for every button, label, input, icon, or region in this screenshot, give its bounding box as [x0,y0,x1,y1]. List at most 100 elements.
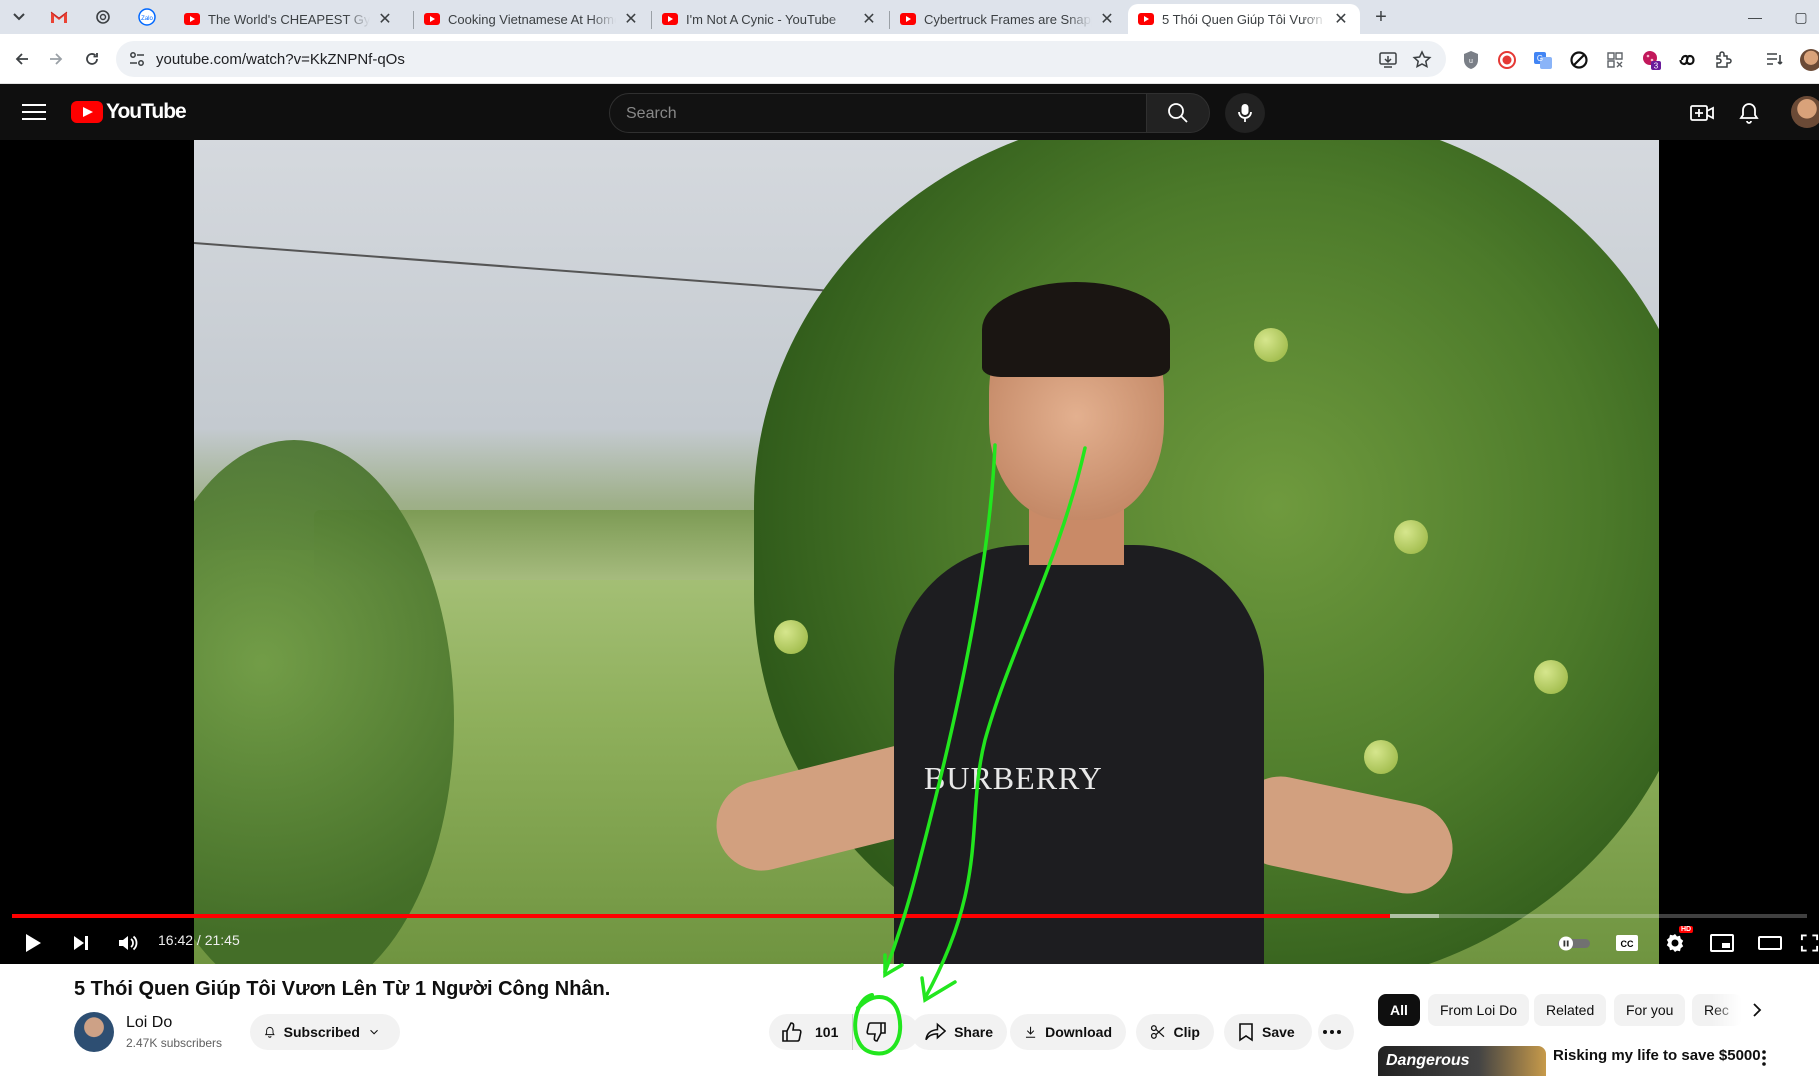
notifications-bell-icon[interactable] [1736,100,1762,126]
svg-text:G: G [1537,54,1543,63]
chevron-down-icon [370,1029,378,1035]
recommendation-thumbnail[interactable]: Dangerous [1378,1046,1546,1076]
back-arrow-icon[interactable] [10,47,34,71]
browser-tab-3[interactable]: I'm Not A Cynic - YouTube ✕ [652,4,888,34]
new-tab-plus-icon[interactable]: + [1368,6,1394,28]
youtube-favicon-icon [184,13,200,25]
like-button[interactable]: 101 [769,1014,854,1050]
autoplay-toggle[interactable] [1555,930,1593,956]
video-frame[interactable]: BURBERRY [194,140,1659,964]
chip-for-you[interactable]: For you [1614,994,1686,1026]
chip-from-loi-do[interactable]: From Loi Do [1428,994,1530,1026]
minimize-icon[interactable]: — [1740,6,1770,28]
browser-tab-1[interactable]: The World's CHEAPEST Gym Th ✕ [174,4,404,34]
search-box [609,93,1147,133]
block-extension-icon[interactable] [1568,49,1590,71]
svg-text:CC: CC [1621,939,1634,949]
gmail-pinned-tab-icon[interactable] [40,5,78,29]
chip-recently-uploaded[interactable]: Rec [1692,994,1742,1026]
tab-close-icon[interactable]: ✕ [1098,10,1116,28]
skip-next-icon [74,936,88,950]
search-input[interactable] [626,102,1126,126]
video-person: BURBERRY [706,282,1494,964]
chip-all[interactable]: All [1378,994,1420,1026]
download-button[interactable]: Download [1010,1014,1126,1050]
voice-search-button[interactable] [1225,93,1265,133]
scissors-icon [1150,1025,1165,1039]
forward-arrow-icon[interactable] [44,47,68,71]
url-text: youtube.com/watch?v=KkZNPNf-qOs [156,51,405,68]
account-avatar[interactable] [1791,96,1819,128]
browser-tab-4[interactable]: Cybertruck Frames are Snappin ✕ [890,4,1126,34]
youtube-masthead: YouTube [0,84,1819,140]
share-button[interactable]: Share [911,1014,1007,1050]
miniplayer-icon [1710,934,1734,952]
like-dislike-group: 101 [769,1014,919,1050]
tab-close-icon[interactable]: ✕ [860,10,878,28]
subscriber-count: 2.47K subscribers [126,1036,223,1050]
tab-search-chevron-icon[interactable] [8,6,30,28]
tab-title: Cooking Vietnamese At Home.. [448,11,616,27]
tab-close-icon[interactable]: ✕ [376,10,394,28]
dislike-button[interactable] [853,1014,907,1050]
grid-extension-icon[interactable] [1604,49,1626,71]
thumbs-up-icon [782,1022,802,1042]
extensions-puzzle-icon[interactable] [1712,49,1734,71]
recommendation-more-icon[interactable] [1762,1050,1772,1070]
share-arrow-icon [925,1022,947,1041]
youtube-logo[interactable]: YouTube [71,100,187,124]
infinity-extension-icon[interactable] [1676,49,1698,71]
subtitles-button[interactable]: CC [1613,930,1641,956]
miniplayer-button[interactable] [1708,930,1736,956]
subscribed-button[interactable]: Subscribed [250,1014,400,1050]
bookmark-star-icon[interactable] [1412,50,1432,70]
search-button[interactable] [1146,93,1210,133]
theater-mode-button[interactable] [1756,930,1784,956]
site-info-tune-icon[interactable] [128,50,146,68]
share-label: Share [954,1024,993,1040]
save-label: Save [1262,1024,1295,1040]
play-icon [26,934,41,952]
tab-close-icon[interactable]: ✕ [1332,10,1350,28]
ublock-extension-icon[interactable]: u [1460,49,1482,71]
reload-icon[interactable] [80,47,104,71]
played-bar [12,914,1391,918]
save-button[interactable]: Save [1224,1014,1312,1050]
more-actions-button[interactable] [1318,1014,1354,1050]
address-bar[interactable]: youtube.com/watch?v=KkZNPNf-qOs [116,41,1446,77]
profile-avatar[interactable] [1800,49,1819,71]
clip-button[interactable]: Clip [1136,1014,1214,1050]
channel-avatar[interactable] [74,1012,114,1052]
tab-close-icon[interactable]: ✕ [622,10,640,28]
video-fruit [1534,660,1568,694]
recommendation-title[interactable]: Risking my life to save $5000 [1553,1047,1761,1064]
cookie-extension-icon[interactable]: 3 [1640,49,1662,71]
browser-toolbar: youtube.com/watch?v=KkZNPNf-qOs u G 3 [0,34,1819,84]
youtube-favicon-icon [424,13,440,25]
next-video-button[interactable] [68,930,94,956]
browser-tab-2[interactable]: Cooking Vietnamese At Home.. ✕ [414,4,650,34]
browser-tab-active[interactable]: 5 Thói Quen Giúp Tôi Vươn Lên ✕ [1128,4,1360,34]
create-video-icon[interactable] [1689,100,1715,126]
video-player[interactable]: BURBERRY 16:42 / 21:45 CC HD [0,140,1819,964]
chip-related[interactable]: Related [1534,994,1607,1026]
translate-extension-icon[interactable]: G [1532,49,1554,71]
video-power-line [194,242,843,293]
reading-list-icon[interactable] [1764,49,1786,71]
play-button[interactable] [20,930,46,956]
install-app-icon[interactable] [1378,50,1398,70]
record-extension-icon[interactable] [1496,49,1518,71]
maximize-icon[interactable]: ▢ [1786,6,1816,28]
chip-scroll-right-chevron-icon[interactable] [1746,999,1768,1021]
video-title: 5 Thói Quen Giúp Tôi Vươn Lên Từ 1 Người… [74,978,611,1000]
volume-button[interactable] [114,930,142,956]
channel-name[interactable]: Loi Do [126,1014,172,1032]
guide-menu-icon[interactable] [22,101,46,123]
zalo-pinned-tab-icon[interactable]: Zalo [128,5,166,29]
openai-pinned-tab-icon[interactable] [84,5,122,29]
youtube-favicon-icon [900,13,916,25]
fullscreen-button[interactable] [1800,930,1819,956]
settings-button[interactable]: HD [1660,926,1694,956]
progress-bar[interactable] [12,914,1807,918]
volume-icon [119,935,138,951]
